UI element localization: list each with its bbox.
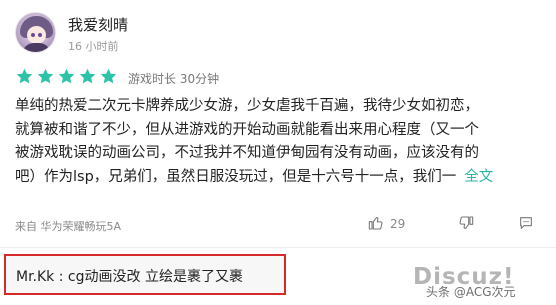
device-label: 来自 华为荣耀畅玩5A bbox=[15, 220, 122, 233]
review-line: 被游戏耽误的动画公司，不过我并不知道伊甸园有没有动画，应该没有的 bbox=[15, 145, 479, 161]
review-header: 我爱刻晴 16 小时前 bbox=[15, 12, 545, 56]
star-rating bbox=[15, 67, 120, 90]
reply-text: Mr.Kk : cg动画没改 立绘是裹了又裹 bbox=[16, 269, 243, 285]
divider bbox=[0, 247, 556, 248]
review-line: 单纯的热爱二次元卡牌养成少女游，少女虐我千百遍，我待少女如初恋， bbox=[15, 98, 479, 114]
thumbs-up-icon bbox=[368, 216, 384, 235]
timestamp: 16 小时前 bbox=[68, 40, 119, 53]
like-count: 29 bbox=[390, 217, 406, 231]
review-text: 单纯的热爱二次元卡牌养成少女游，少女虐我千百遍，我待少女如初恋， 就算被和谐了不… bbox=[15, 95, 540, 189]
username[interactable]: 我爱刻晴 bbox=[68, 14, 128, 35]
review-footer: 来自 华为荣耀畅玩5A 29 bbox=[15, 215, 543, 235]
expand-full-text-link[interactable]: 全文 bbox=[464, 169, 493, 185]
dislike-button[interactable] bbox=[458, 215, 474, 235]
star-icon bbox=[78, 67, 97, 86]
review-line: 就算被和谐了不少，但从进游戏的开始动画就能看出来用心程度（又一个 bbox=[15, 121, 479, 138]
star-icon bbox=[57, 67, 76, 86]
comment-icon bbox=[518, 216, 534, 235]
star-icon bbox=[15, 67, 34, 86]
comment-button[interactable] bbox=[518, 215, 534, 235]
star-icon bbox=[99, 67, 118, 86]
playtime-label: 游戏时长 30分钟 bbox=[128, 72, 220, 86]
like-button[interactable]: 29 bbox=[368, 215, 405, 235]
rating-row: 游戏时长 30分钟 bbox=[15, 67, 415, 89]
review-line-text: 吧）作为lsp，兄弟们，虽然日服没玩过，但是十六号十一点，我们一 bbox=[15, 168, 457, 185]
review-line: 吧）作为lsp，兄弟们，虽然日服没玩过，但是十六号十一点，我们一 全文 bbox=[15, 166, 540, 190]
review-actions: 29 bbox=[368, 215, 543, 235]
toutiao-watermark: 头条 @ACG次元 bbox=[426, 285, 516, 299]
star-icon bbox=[36, 67, 55, 86]
thumbs-down-icon bbox=[458, 216, 474, 235]
avatar[interactable] bbox=[15, 12, 56, 53]
reply-highlight-box[interactable]: Mr.Kk : cg动画没改 立绘是裹了又裹 bbox=[4, 254, 286, 295]
